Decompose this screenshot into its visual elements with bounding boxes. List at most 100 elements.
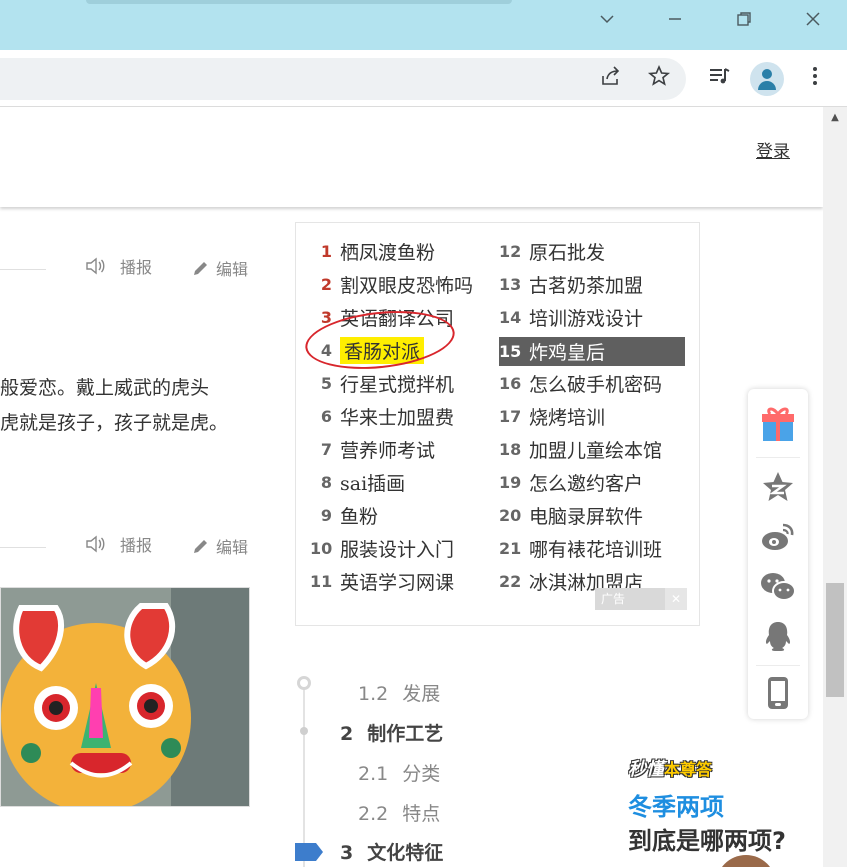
minimize-button[interactable] xyxy=(660,8,690,38)
qzone-icon[interactable] xyxy=(748,461,808,513)
scroll-up-arrow-icon[interactable]: ▲ xyxy=(823,108,847,128)
profile-avatar[interactable] xyxy=(750,62,784,96)
hot-item-label: 烧烤培训 xyxy=(529,406,606,429)
toc-current-dot xyxy=(297,676,311,690)
hot-list-item[interactable]: 8 sai插画 xyxy=(310,469,405,495)
toc-item[interactable]: 2.1 分类 xyxy=(358,759,440,786)
hot-list-item[interactable]: 13 古茗奶茶加盟 xyxy=(499,271,643,297)
broadcast-label: 播报 xyxy=(120,258,153,277)
hot-list-item[interactable]: 16 怎么破手机密码 xyxy=(499,370,662,396)
hot-item-label: 培训游戏设计 xyxy=(529,307,644,330)
promo-brand[interactable]: 秒懂本尊答 xyxy=(628,755,712,781)
share-sidebar xyxy=(748,389,808,719)
article-text-line: 虎就是孩子，孩子就是虎。 xyxy=(0,412,229,434)
hot-rank-number: 10 xyxy=(310,538,333,558)
bookmark-star-icon[interactable] xyxy=(644,64,674,94)
hot-list-item[interactable]: 1 栖凤渡鱼粉 xyxy=(310,238,435,264)
hot-item-label: 鱼粉 xyxy=(340,505,379,528)
hot-list-item[interactable]: 9 鱼粉 xyxy=(310,502,378,528)
hot-item-label: 怎么邀约客户 xyxy=(529,472,644,495)
hot-item-label: 英语学习网课 xyxy=(340,571,455,594)
ad-tag[interactable]: 广告 ✕ xyxy=(595,588,687,610)
hot-rank-number: 19 xyxy=(499,472,522,492)
hot-item-label: 服装设计入门 xyxy=(340,538,455,561)
login-link[interactable]: 登录 xyxy=(756,137,790,162)
ad-close-icon[interactable]: ✕ xyxy=(665,588,687,610)
hot-rank-number: 22 xyxy=(499,571,522,591)
tab-strip-edge xyxy=(86,0,512,4)
hot-list-item[interactable]: 2 割双眼皮恐怖吗 xyxy=(310,271,473,297)
article-text-line: 般爱恋。戴上威武的虎头 xyxy=(0,377,210,399)
menu-kebab-icon[interactable] xyxy=(800,64,830,94)
weibo-icon[interactable] xyxy=(748,511,808,563)
gift-icon[interactable] xyxy=(748,397,808,449)
wechat-icon[interactable] xyxy=(748,561,808,613)
hot-list-item[interactable]: 14 培训游戏设计 xyxy=(499,304,643,330)
hot-item-label: 电脑录屏软件 xyxy=(529,505,644,528)
hot-list-item[interactable]: 11 英语学习网课 xyxy=(310,568,454,594)
share-icon[interactable] xyxy=(596,64,626,94)
address-bar[interactable] xyxy=(0,58,686,100)
browser-titlebar xyxy=(0,0,847,50)
hot-rank-number: 7 xyxy=(320,439,332,459)
hot-list-item[interactable]: 18 加盟儿童绘本馆 xyxy=(499,436,662,462)
hot-list-item[interactable]: 21 哪有裱花培训班 xyxy=(499,535,662,561)
hot-rank-number: 17 xyxy=(499,406,522,426)
toc-section-marker xyxy=(295,843,323,861)
close-button[interactable] xyxy=(798,8,828,38)
web-page: 登录 播报 编辑 般爱恋。戴上威武的虎头 虎就是孩子，孩子就是虎。 播报 编辑 xyxy=(0,107,823,867)
toc-item[interactable]: 3 文化特征 xyxy=(340,838,443,865)
promo-headline[interactable]: 冬季两项 xyxy=(628,787,724,822)
section-divider xyxy=(0,269,46,270)
edit-label: 编辑 xyxy=(216,260,249,279)
hot-list-item[interactable]: 17 烧烤培训 xyxy=(499,403,605,429)
site-header: 登录 xyxy=(0,107,823,207)
scrollbar-thumb[interactable] xyxy=(826,583,844,697)
hot-rank-number: 6 xyxy=(320,406,332,426)
hot-list-item[interactable]: 20 电脑录屏软件 xyxy=(499,502,643,528)
hot-rank-number: 1 xyxy=(320,241,332,261)
hot-rank-number: 14 xyxy=(499,307,522,327)
hot-item-label: 营养师考试 xyxy=(340,439,436,462)
hot-list-item[interactable]: 12 原石批发 xyxy=(499,238,605,264)
broadcast-button[interactable]: 播报 xyxy=(84,254,152,278)
qq-icon[interactable] xyxy=(748,611,808,663)
promo-subline[interactable]: 到底是哪两项? xyxy=(628,821,786,856)
restore-button[interactable] xyxy=(729,8,759,38)
toc-item[interactable]: 2.2 特点 xyxy=(358,799,440,826)
broadcast-button[interactable]: 播报 xyxy=(84,532,152,556)
ad-label: 广告 xyxy=(595,588,665,610)
hot-rank-number: 15 xyxy=(499,342,522,361)
scrollbar-track[interactable] xyxy=(823,107,847,867)
edit-button[interactable]: 编辑 xyxy=(192,256,248,280)
tiger-hat-photo[interactable] xyxy=(0,587,250,807)
hot-list-item[interactable]: 7 营养师考试 xyxy=(310,436,435,462)
edit-button[interactable]: 编辑 xyxy=(192,534,248,558)
hot-item-label: 加盟儿童绘本馆 xyxy=(529,439,663,462)
toc-item[interactable]: 2 制作工艺 xyxy=(340,719,443,746)
hot-rank-number: 5 xyxy=(320,373,332,393)
edit-label: 编辑 xyxy=(216,538,249,557)
hot-item-label: 华来士加盟费 xyxy=(340,406,455,429)
hot-rank-number: 18 xyxy=(499,439,522,459)
hot-list-item[interactable]: 19 怎么邀约客户 xyxy=(499,469,643,495)
hot-item-label: 炸鸡皇后 xyxy=(529,342,606,364)
hot-item-label: 原石批发 xyxy=(529,241,606,264)
hot-item-label: 哪有裱花培训班 xyxy=(529,538,663,561)
mobile-icon[interactable] xyxy=(748,667,808,719)
tab-search-chevron-icon[interactable] xyxy=(592,8,622,38)
hot-rank-number: 2 xyxy=(320,274,332,294)
media-control-icon[interactable] xyxy=(704,64,734,94)
hot-item-label: 古茗奶茶加盟 xyxy=(529,274,644,297)
toc-item[interactable]: 1.2 发展 xyxy=(358,679,440,706)
hot-list-item[interactable]: 10 服装设计入门 xyxy=(310,535,454,561)
hot-rank-number: 11 xyxy=(310,571,333,591)
hot-list-item[interactable]: 5 行星式搅拌机 xyxy=(310,370,454,396)
hot-rank-number: 13 xyxy=(499,274,522,294)
toc-dot xyxy=(300,727,308,735)
hot-item-label: 怎么破手机密码 xyxy=(529,373,663,396)
hot-item-label: 栖凤渡鱼粉 xyxy=(340,241,436,264)
hot-item-label: 割双眼皮恐怖吗 xyxy=(340,274,474,297)
hot-list-item[interactable]: 15 炸鸡皇后 xyxy=(499,337,685,366)
hot-list-item[interactable]: 6 华来士加盟费 xyxy=(310,403,454,429)
